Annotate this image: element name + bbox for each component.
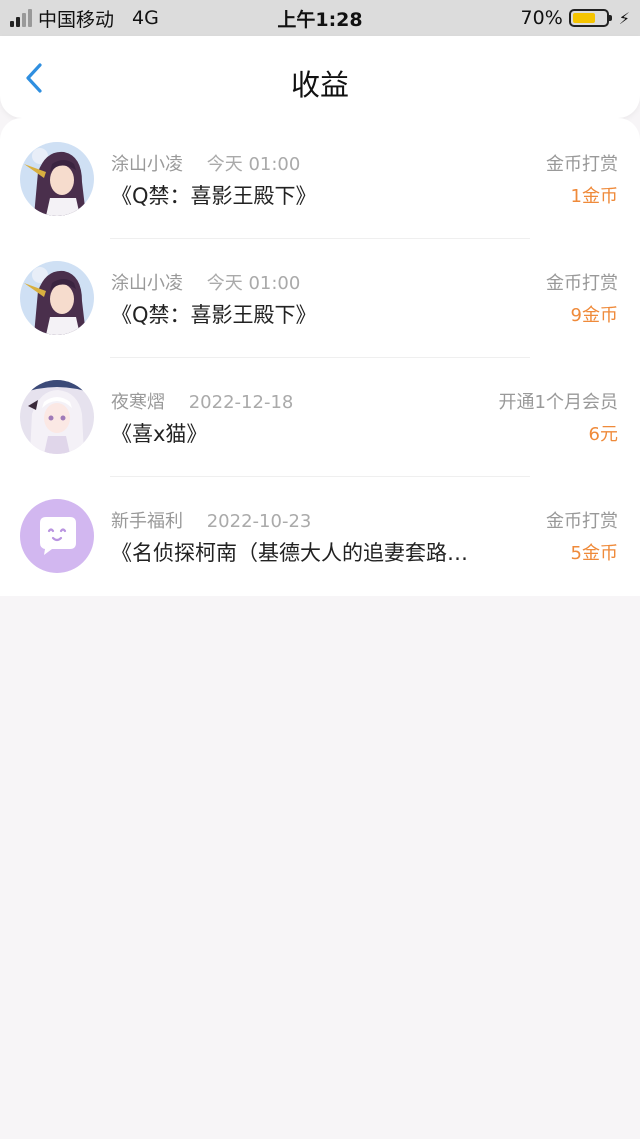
battery-icon [568,9,612,27]
earning-amount: 6元 [588,424,618,445]
chat-bubble-avatar[interactable] [20,499,94,573]
username[interactable]: 涂山小凌 [111,273,183,294]
battery-percent: 70% [520,7,563,29]
earning-amount: 5金币 [570,543,618,564]
book-title[interactable]: 《名侦探柯南（基德大人的追妻套路… [111,537,531,567]
earning-amount: 1金币 [570,186,618,207]
white-hair-girl-avatar[interactable] [20,380,94,454]
reward-type: 开通1个月会员 [498,392,618,413]
timestamp: 今天 01:00 [206,273,301,294]
username[interactable]: 涂山小凌 [111,154,183,175]
reward-type: 金币打赏 [546,273,618,294]
timestamp: 2022-12-18 [188,392,294,413]
timestamp: 2022-10-23 [206,511,312,532]
anime-girl-avatar[interactable] [20,261,94,335]
page-title: 收益 [290,68,349,102]
username[interactable]: 夜寒熠 [111,392,165,413]
book-title[interactable]: 《喜x猫》 [111,418,531,448]
list-item[interactable]: 涂山小凌 今天 01:00 《Q禁：喜影王殿下》 金币打赏 9金币 [0,239,640,358]
list-item[interactable]: 夜寒熠 2022-12-18 《喜x猫》 开通1个月会员 6元 [0,358,640,477]
username[interactable]: 新手福利 [111,511,183,532]
timestamp: 今天 01:00 [206,154,301,175]
nav-header: 收益 [0,36,640,118]
reward-type: 金币打赏 [546,154,618,175]
reward-type: 金币打赏 [546,511,618,532]
list-item[interactable]: 涂山小凌 今天 01:00 《Q禁：喜影王殿下》 金币打赏 1金币 [0,120,640,239]
book-title[interactable]: 《Q禁：喜影王殿下》 [111,180,531,210]
anime-girl-avatar[interactable] [20,142,94,216]
signal-icon [10,9,32,27]
book-title[interactable]: 《Q禁：喜影王殿下》 [111,299,531,329]
network-label: 4G [132,7,159,29]
earnings-list: 涂山小凌 今天 01:00 《Q禁：喜影王殿下》 金币打赏 1金币 涂山小凌 今… [0,118,640,596]
list-item[interactable]: 新手福利 2022-10-23 《名侦探柯南（基德大人的追妻套路… 金币打赏 5… [0,477,640,596]
earning-amount: 9金币 [570,305,618,326]
carrier-label: 中国移动 [38,8,115,31]
status-bar: 中国移动 4G 上午1:28 70% ⚡ [0,0,640,36]
charging-icon: ⚡ [618,8,630,28]
